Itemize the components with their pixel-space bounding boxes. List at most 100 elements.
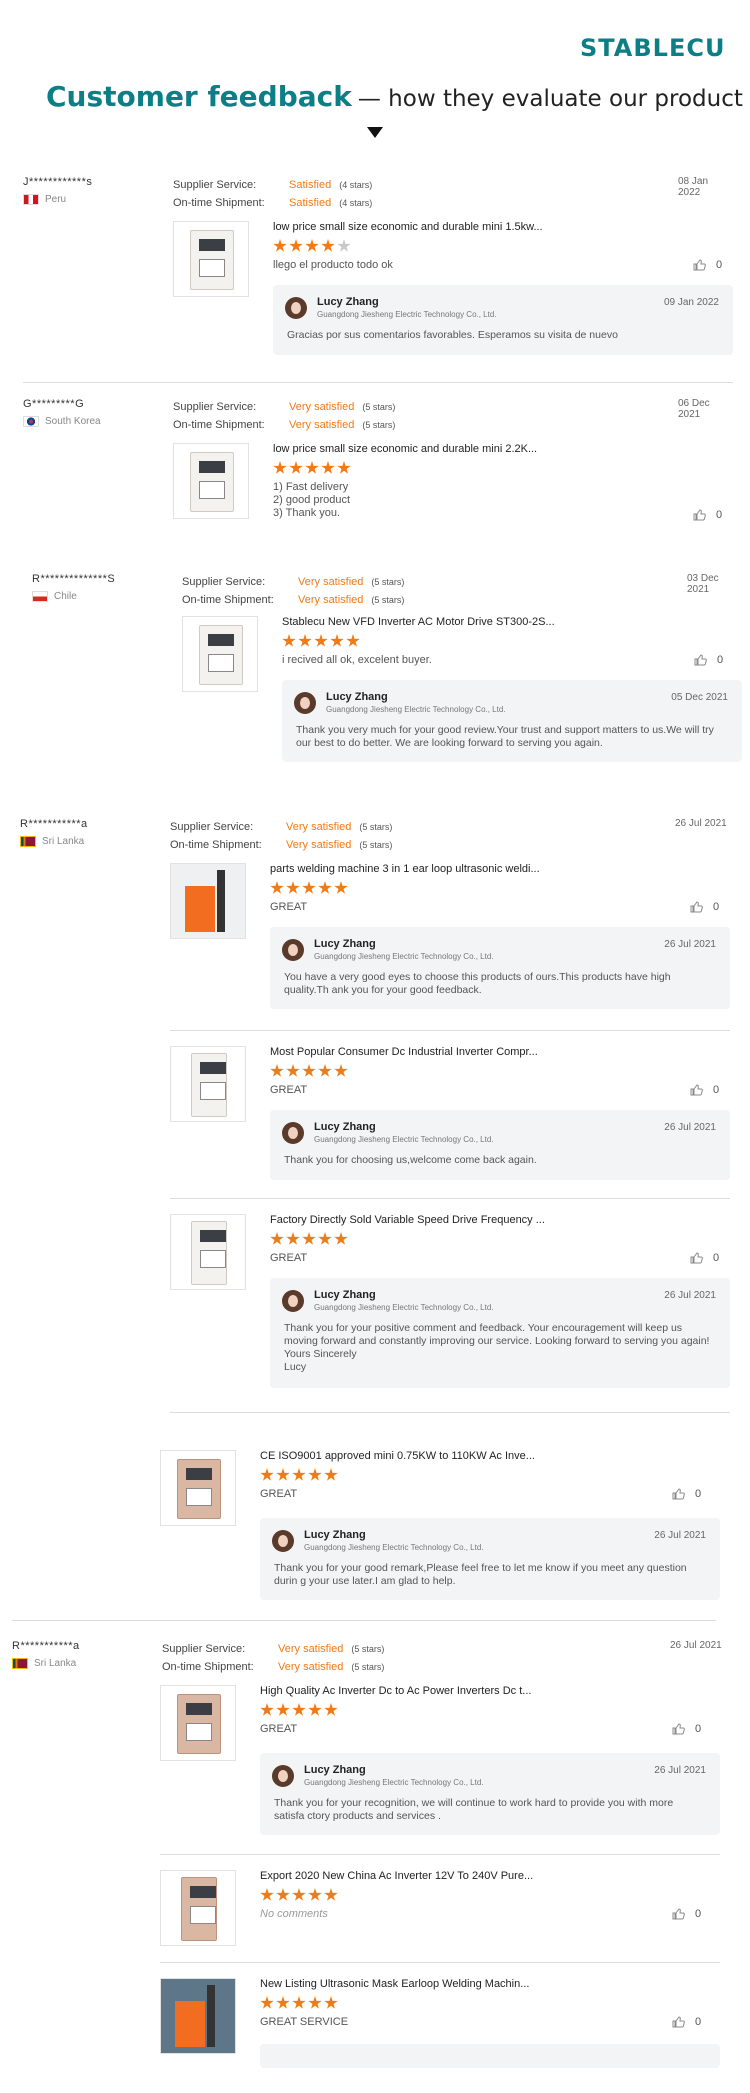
- star-icon: [321, 461, 335, 474]
- product-title[interactable]: CE ISO9001 approved mini 0.75KW to 110KW…: [260, 1450, 535, 1462]
- divider: [23, 382, 733, 383]
- chile-flag-icon: [32, 591, 48, 602]
- star-icon: [308, 1468, 322, 1481]
- star-icon: [314, 634, 328, 647]
- down-arrow-icon: [367, 127, 383, 138]
- south-korea-flag-icon: [23, 416, 39, 427]
- seller-reply: [260, 2044, 720, 2068]
- product-title[interactable]: High Quality Ac Inverter Dc to Ac Power …: [260, 1685, 531, 1697]
- star-icon: [270, 1064, 284, 1077]
- star-icon: [276, 1888, 290, 1901]
- reply-text: Thank you for your good remark,Please fe…: [274, 1562, 687, 1587]
- product-thumbnail[interactable]: [160, 1450, 236, 1526]
- reply-text: You have a very good eyes to choose this…: [284, 971, 671, 996]
- brand-logo: STABLECU: [580, 34, 726, 62]
- star-icon: [260, 1996, 274, 2009]
- star-icon: [270, 881, 284, 894]
- like-count: 0: [717, 654, 724, 666]
- star-icon: [318, 1232, 332, 1245]
- star-icon: [305, 461, 319, 474]
- like-count: 0: [695, 1723, 702, 1735]
- star-icon: [346, 634, 360, 647]
- like-button[interactable]: 0: [672, 1908, 701, 1920]
- reply-date: 26 Jul 2021: [654, 1530, 706, 1541]
- reply-company: Guangdong Jiesheng Electric Technology C…: [317, 310, 497, 319]
- product-title[interactable]: New Listing Ultrasonic Mask Earloop Weld…: [260, 1978, 529, 1990]
- star-icon: [260, 1888, 274, 1901]
- like-button[interactable]: 0: [672, 1488, 701, 1500]
- seller-reply: Lucy Zhang Guangdong Jiesheng Electric T…: [270, 1278, 730, 1388]
- product-title[interactable]: Export 2020 New China Ac Inverter 12V To…: [260, 1870, 533, 1882]
- star-icon: [292, 1996, 306, 2009]
- review-date: 26 Jul 2021: [675, 818, 727, 829]
- thumbs-up-icon: [693, 259, 706, 271]
- star-icon: [276, 1703, 290, 1716]
- product-title[interactable]: Most Popular Consumer Dc Industrial Inve…: [270, 1046, 538, 1058]
- review-date: 03 Dec 2021: [687, 573, 719, 595]
- star-icon: [298, 634, 312, 647]
- avatar: [282, 939, 304, 961]
- like-button[interactable]: 0: [693, 259, 722, 271]
- product-thumbnail[interactable]: [173, 221, 249, 297]
- rating-summary: Supplier Service: Satisfied (4 stars) On-t…: [173, 179, 373, 209]
- reply-text: Thank you for your recognition, we will …: [274, 1797, 674, 1822]
- product-title[interactable]: low price small size economic and durabl…: [273, 443, 537, 455]
- thumbs-up-icon: [690, 901, 703, 913]
- rating-summary: Supplier Service: Very satisfied (5 stars)…: [182, 576, 405, 606]
- avatar: [294, 692, 316, 714]
- review-date: 26 Jul 2021: [670, 1640, 722, 1651]
- review-comment: No comments: [260, 1908, 328, 1920]
- star-icon: [308, 1888, 322, 1901]
- avatar: [272, 1765, 294, 1787]
- star-icon: [260, 1703, 274, 1716]
- product-thumbnail[interactable]: [173, 443, 249, 519]
- review-item: Factory Directly Sold Variable Speed Dri…: [170, 1214, 730, 1404]
- star-rating: [260, 1468, 338, 1482]
- reviewer-country: Sri Lanka: [20, 836, 84, 847]
- reviewer-name: R***********a: [12, 1640, 80, 1652]
- star-icon: [270, 1232, 284, 1245]
- product-title[interactable]: Stablecu New VFD Inverter AC Motor Drive…: [282, 616, 555, 628]
- review-card: R***********a Sri Lanka Supplier Service…: [20, 818, 730, 1458]
- review-date: 08 Jan 2022: [678, 176, 709, 198]
- review-item: CE ISO9001 approved mini 0.75KW to 110KW…: [160, 1450, 720, 1610]
- review-item: New Listing Ultrasonic Mask Earloop Weld…: [160, 1978, 720, 2068]
- product-thumbnail[interactable]: [170, 863, 246, 939]
- like-button[interactable]: 0: [690, 1084, 719, 1096]
- product-thumbnail[interactable]: [160, 1870, 236, 1946]
- product-thumbnail[interactable]: [170, 1214, 246, 1290]
- like-button[interactable]: 0: [672, 1723, 701, 1735]
- review-item: Most Popular Consumer Dc Industrial Inve…: [170, 1046, 730, 1186]
- product-thumbnail[interactable]: [160, 1685, 236, 1761]
- star-icon: [273, 461, 287, 474]
- product-title[interactable]: Factory Directly Sold Variable Speed Dri…: [270, 1214, 545, 1226]
- product-thumbnail[interactable]: [170, 1046, 246, 1122]
- like-button[interactable]: 0: [693, 509, 722, 521]
- star-icon: [321, 239, 335, 252]
- peru-flag-icon: [23, 194, 39, 205]
- star-empty-icon: [337, 239, 351, 252]
- like-button[interactable]: 0: [694, 654, 723, 666]
- like-button[interactable]: 0: [690, 1252, 719, 1264]
- star-rating: [260, 1888, 338, 1902]
- review-comment: GREAT: [260, 1488, 298, 1500]
- like-button[interactable]: 0: [690, 901, 719, 913]
- product-thumbnail[interactable]: [160, 1978, 236, 2054]
- review-comment: llego el producto todo ok: [273, 259, 393, 271]
- product-title[interactable]: parts welding machine 3 in 1 ear loop ul…: [270, 863, 540, 875]
- product-title[interactable]: low price small size economic and durabl…: [273, 221, 543, 233]
- star-icon: [324, 1703, 338, 1716]
- page-title: Customer feedback: [46, 80, 352, 113]
- seller-reply: Lucy Zhang Guangdong Jiesheng Electric T…: [260, 1518, 720, 1600]
- review-item: parts welding machine 3 in 1 ear loop ul…: [170, 863, 730, 1023]
- product-thumbnail[interactable]: [182, 616, 258, 692]
- rating-summary: Supplier Service: Very satisfied (5 stars)…: [162, 1643, 385, 1673]
- like-button[interactable]: 0: [672, 2016, 701, 2028]
- star-icon: [292, 1888, 306, 1901]
- review-card: G*********G South Korea Supplier Service…: [23, 398, 733, 528]
- star-icon: [286, 1064, 300, 1077]
- divider: [12, 1620, 716, 1621]
- reply-company: Guangdong Jiesheng Electric Technology C…: [314, 1303, 494, 1312]
- avatar: [272, 1530, 294, 1552]
- page-subtitle: — how they evaluate our product: [357, 86, 743, 112]
